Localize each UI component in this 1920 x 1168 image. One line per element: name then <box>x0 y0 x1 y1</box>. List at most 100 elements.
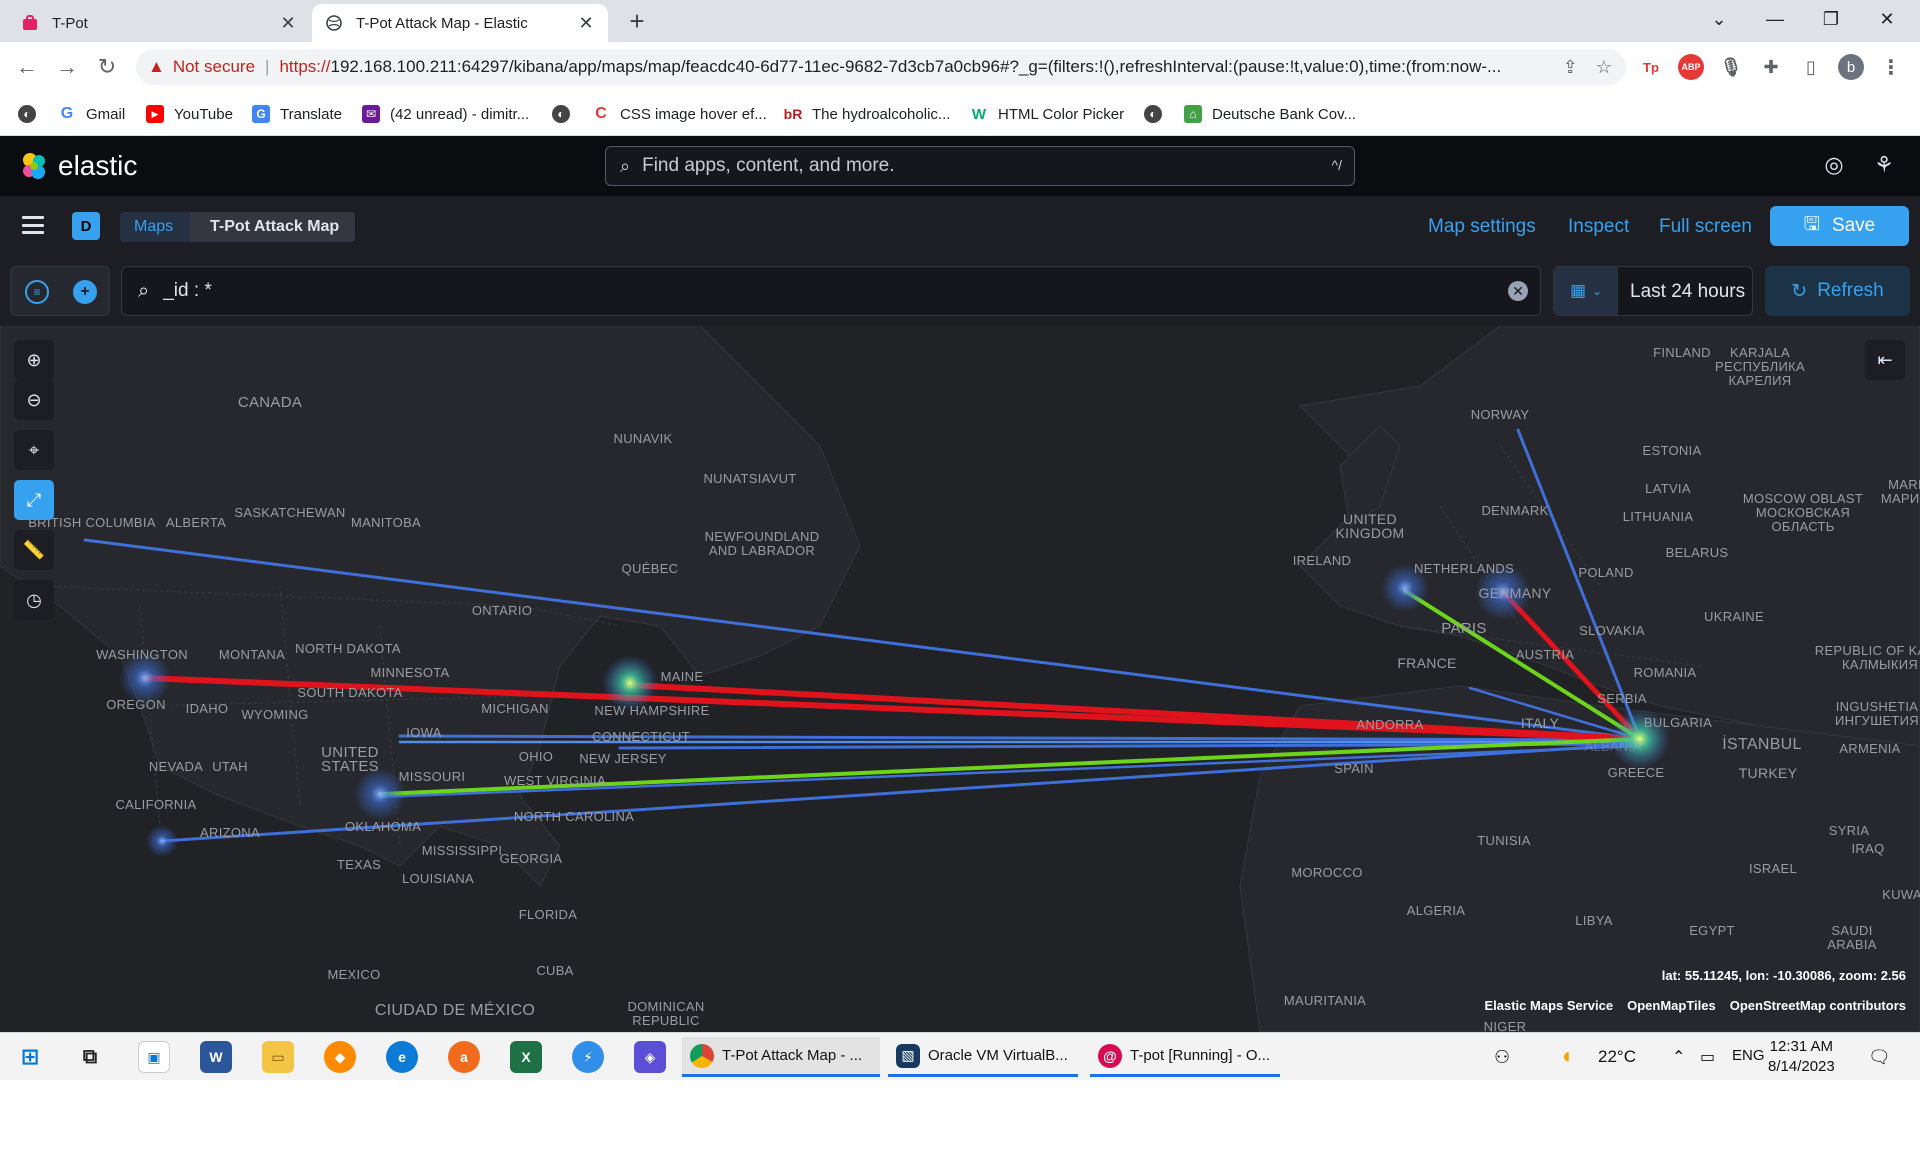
bookmark-item[interactable]: G Translate <box>252 102 342 126</box>
weather-icon[interactable]: ◐ <box>1562 1043 1575 1069</box>
close-tab-icon[interactable]: ✕ <box>576 13 596 34</box>
tab-search-icon[interactable]: ⌄ <box>1696 4 1742 34</box>
minimize-button[interactable]: — <box>1752 4 1798 34</box>
store-icon[interactable]: ▣ <box>138 1041 170 1073</box>
map-label: MONTANA <box>218 647 286 662</box>
bookmark-item[interactable]: ▶ YouTube <box>146 102 233 126</box>
attribution-link[interactable]: OpenMapTiles <box>1627 998 1716 1013</box>
messenger-icon[interactable]: ⚡ <box>572 1041 604 1073</box>
reset-view-button[interactable]: ⌖ <box>14 430 54 470</box>
bookmark-item[interactable]: C CSS image hover ef... <box>592 102 767 126</box>
inspect-link[interactable]: Inspect <box>1568 216 1629 238</box>
zoom-out-button[interactable]: ⊖ <box>14 380 54 420</box>
bookmark-item[interactable]: ⌂ Deutsche Bank Cov... <box>1184 102 1356 126</box>
menu-kebab-icon[interactable]: ⋮ <box>1878 54 1904 80</box>
attribution-link[interactable]: OpenStreetMap contributors <box>1730 998 1906 1013</box>
tray-chevron-icon[interactable]: ⌃ <box>1672 1047 1685 1067</box>
attack-map[interactable]: CANADA NUNAVIK NUNATSIAVUT BRITISH COLUM… <box>0 326 1920 1032</box>
origin-glow <box>146 825 178 857</box>
word-icon[interactable]: W <box>200 1041 232 1073</box>
temperature[interactable]: 22°C <box>1598 1047 1636 1067</box>
clock[interactable]: 12:31 AM 8/14/2023 <box>1768 1037 1835 1077</box>
people-icon[interactable]: ⚇ <box>1494 1047 1510 1068</box>
back-button[interactable]: ← <box>12 52 42 82</box>
vpn-icon[interactable]: ◈ <box>634 1041 666 1073</box>
time-range-label[interactable]: Last 24 hours <box>1630 281 1745 303</box>
bookmark-item[interactable]: ◐ <box>18 102 46 126</box>
menu-toggle-button[interactable] <box>22 216 44 234</box>
reload-button[interactable]: ↻ <box>92 52 122 82</box>
bookmark-star-icon[interactable]: ☆ <box>1596 57 1612 78</box>
map-label: ISRAEL <box>1748 861 1798 876</box>
taskbar-task[interactable]: T-Pot Attack Map - ... <box>682 1037 880 1077</box>
share-icon[interactable]: ⇪ <box>1563 57 1578 78</box>
css-icon: C <box>595 105 607 122</box>
file-explorer-icon[interactable]: ▭ <box>262 1041 294 1073</box>
measure-button[interactable]: 📏 <box>14 530 54 570</box>
map-label: SYRIA <box>1828 823 1870 838</box>
language-indicator[interactable]: ENG <box>1732 1047 1765 1064</box>
news-feed-icon[interactable]: ⚘ <box>1870 152 1898 180</box>
help-icon[interactable]: ◎ <box>1820 152 1848 180</box>
global-search-input[interactable]: ⌕ Find apps, content, and more. ^/ <box>605 146 1355 186</box>
start-icon[interactable]: ⊞ <box>14 1041 46 1073</box>
elastic-logo[interactable]: elastic <box>18 150 137 182</box>
tpot-extension-icon[interactable]: Tp <box>1638 54 1664 80</box>
timeslider-button[interactable]: ◷ <box>14 580 54 620</box>
tab-attack-map[interactable]: T-Pot Attack Map - Elastic ✕ <box>312 4 608 42</box>
attribution-link[interactable]: Elastic Maps Service <box>1484 998 1613 1013</box>
bookmark-item[interactable]: ◐ <box>552 102 580 126</box>
taskbar-task[interactable]: ▧ Oracle VM VirtualB... <box>888 1037 1078 1077</box>
security-label[interactable]: Not secure <box>173 57 255 77</box>
map-settings-link[interactable]: Map settings <box>1428 216 1536 238</box>
save-button[interactable]: 🖫 Save <box>1770 206 1909 246</box>
clear-query-icon[interactable]: ✕ <box>1508 281 1528 301</box>
map-label: MISSOURI <box>398 769 466 784</box>
brave-icon[interactable]: ◆ <box>324 1041 356 1073</box>
excel-icon[interactable]: X <box>510 1041 542 1073</box>
bookmark-item[interactable]: W HTML Color Picker <box>970 102 1124 126</box>
map-label: TURKEY <box>1738 765 1798 781</box>
map-label: MISSISSIPPI <box>421 843 503 858</box>
taskbar-task[interactable]: @ T-pot [Running] - O... <box>1090 1037 1280 1077</box>
profile-avatar[interactable]: b <box>1838 54 1864 80</box>
close-tab-icon[interactable]: ✕ <box>278 13 298 34</box>
zoom-in-button[interactable]: ⊕ <box>14 340 54 380</box>
avast-icon[interactable]: a <box>448 1041 480 1073</box>
notifications-icon[interactable]: 🗨 <box>1868 1047 1891 1068</box>
filter-menu-icon[interactable]: ≡ <box>25 280 49 304</box>
query-input[interactable]: ⌕ _id : * ✕ <box>121 266 1541 316</box>
side-panel-icon[interactable]: ▯ <box>1798 54 1824 80</box>
adblock-icon[interactable]: ABP <box>1678 54 1704 80</box>
extensions-icon[interactable]: ✚ <box>1758 54 1784 80</box>
bookmark-item[interactable]: ✉ (42 unread) - dimitr... <box>362 102 529 126</box>
bookmark-item[interactable]: G Gmail <box>58 102 125 126</box>
battery-icon[interactable]: ▭ <box>1700 1047 1715 1067</box>
calendar-icon[interactable]: ▦ ⌄ <box>1554 267 1618 315</box>
draw-shape-button[interactable]: ⤢ <box>14 480 54 520</box>
time-picker[interactable]: ▦ ⌄ Last 24 hours <box>1553 266 1753 316</box>
breadcrumb-maps[interactable]: Maps <box>120 212 192 242</box>
close-window-button[interactable]: ✕ <box>1864 4 1910 34</box>
land-layer <box>0 326 1920 1032</box>
microphone-icon[interactable]: 🎙 <box>1718 54 1744 80</box>
tab-tpot[interactable]: T-Pot ✕ <box>8 4 310 42</box>
space-avatar[interactable]: D <box>72 212 100 240</box>
refresh-button[interactable]: ↻ Refresh <box>1765 266 1910 316</box>
edge-icon[interactable]: e <box>386 1041 418 1073</box>
bank-icon: ⌂ <box>1184 105 1202 123</box>
url-text: 192.168.100.211:64297/kibana/app/maps/ma… <box>330 57 1502 76</box>
address-bar[interactable]: ▲ Not secure | https://192.168.100.211:6… <box>136 49 1626 85</box>
new-tab-button[interactable]: + <box>622 6 652 36</box>
layer-control-toggle[interactable]: ⇤ <box>1865 340 1905 380</box>
search-icon: ⌕ <box>620 155 631 176</box>
forward-button[interactable]: → <box>52 52 82 82</box>
virtualbox-icon: ▧ <box>896 1043 920 1068</box>
maximize-button[interactable]: ❐ <box>1808 4 1854 34</box>
full-screen-link[interactable]: Full screen <box>1659 216 1752 238</box>
bookmark-item[interactable]: bR The hydroalcoholic... <box>784 102 951 126</box>
warning-icon[interactable]: ▲ <box>148 57 165 77</box>
add-filter-icon[interactable]: + <box>73 280 97 304</box>
bookmark-item[interactable]: ◐ <box>1144 102 1172 126</box>
task-view-icon[interactable]: ⧉ <box>74 1041 106 1073</box>
